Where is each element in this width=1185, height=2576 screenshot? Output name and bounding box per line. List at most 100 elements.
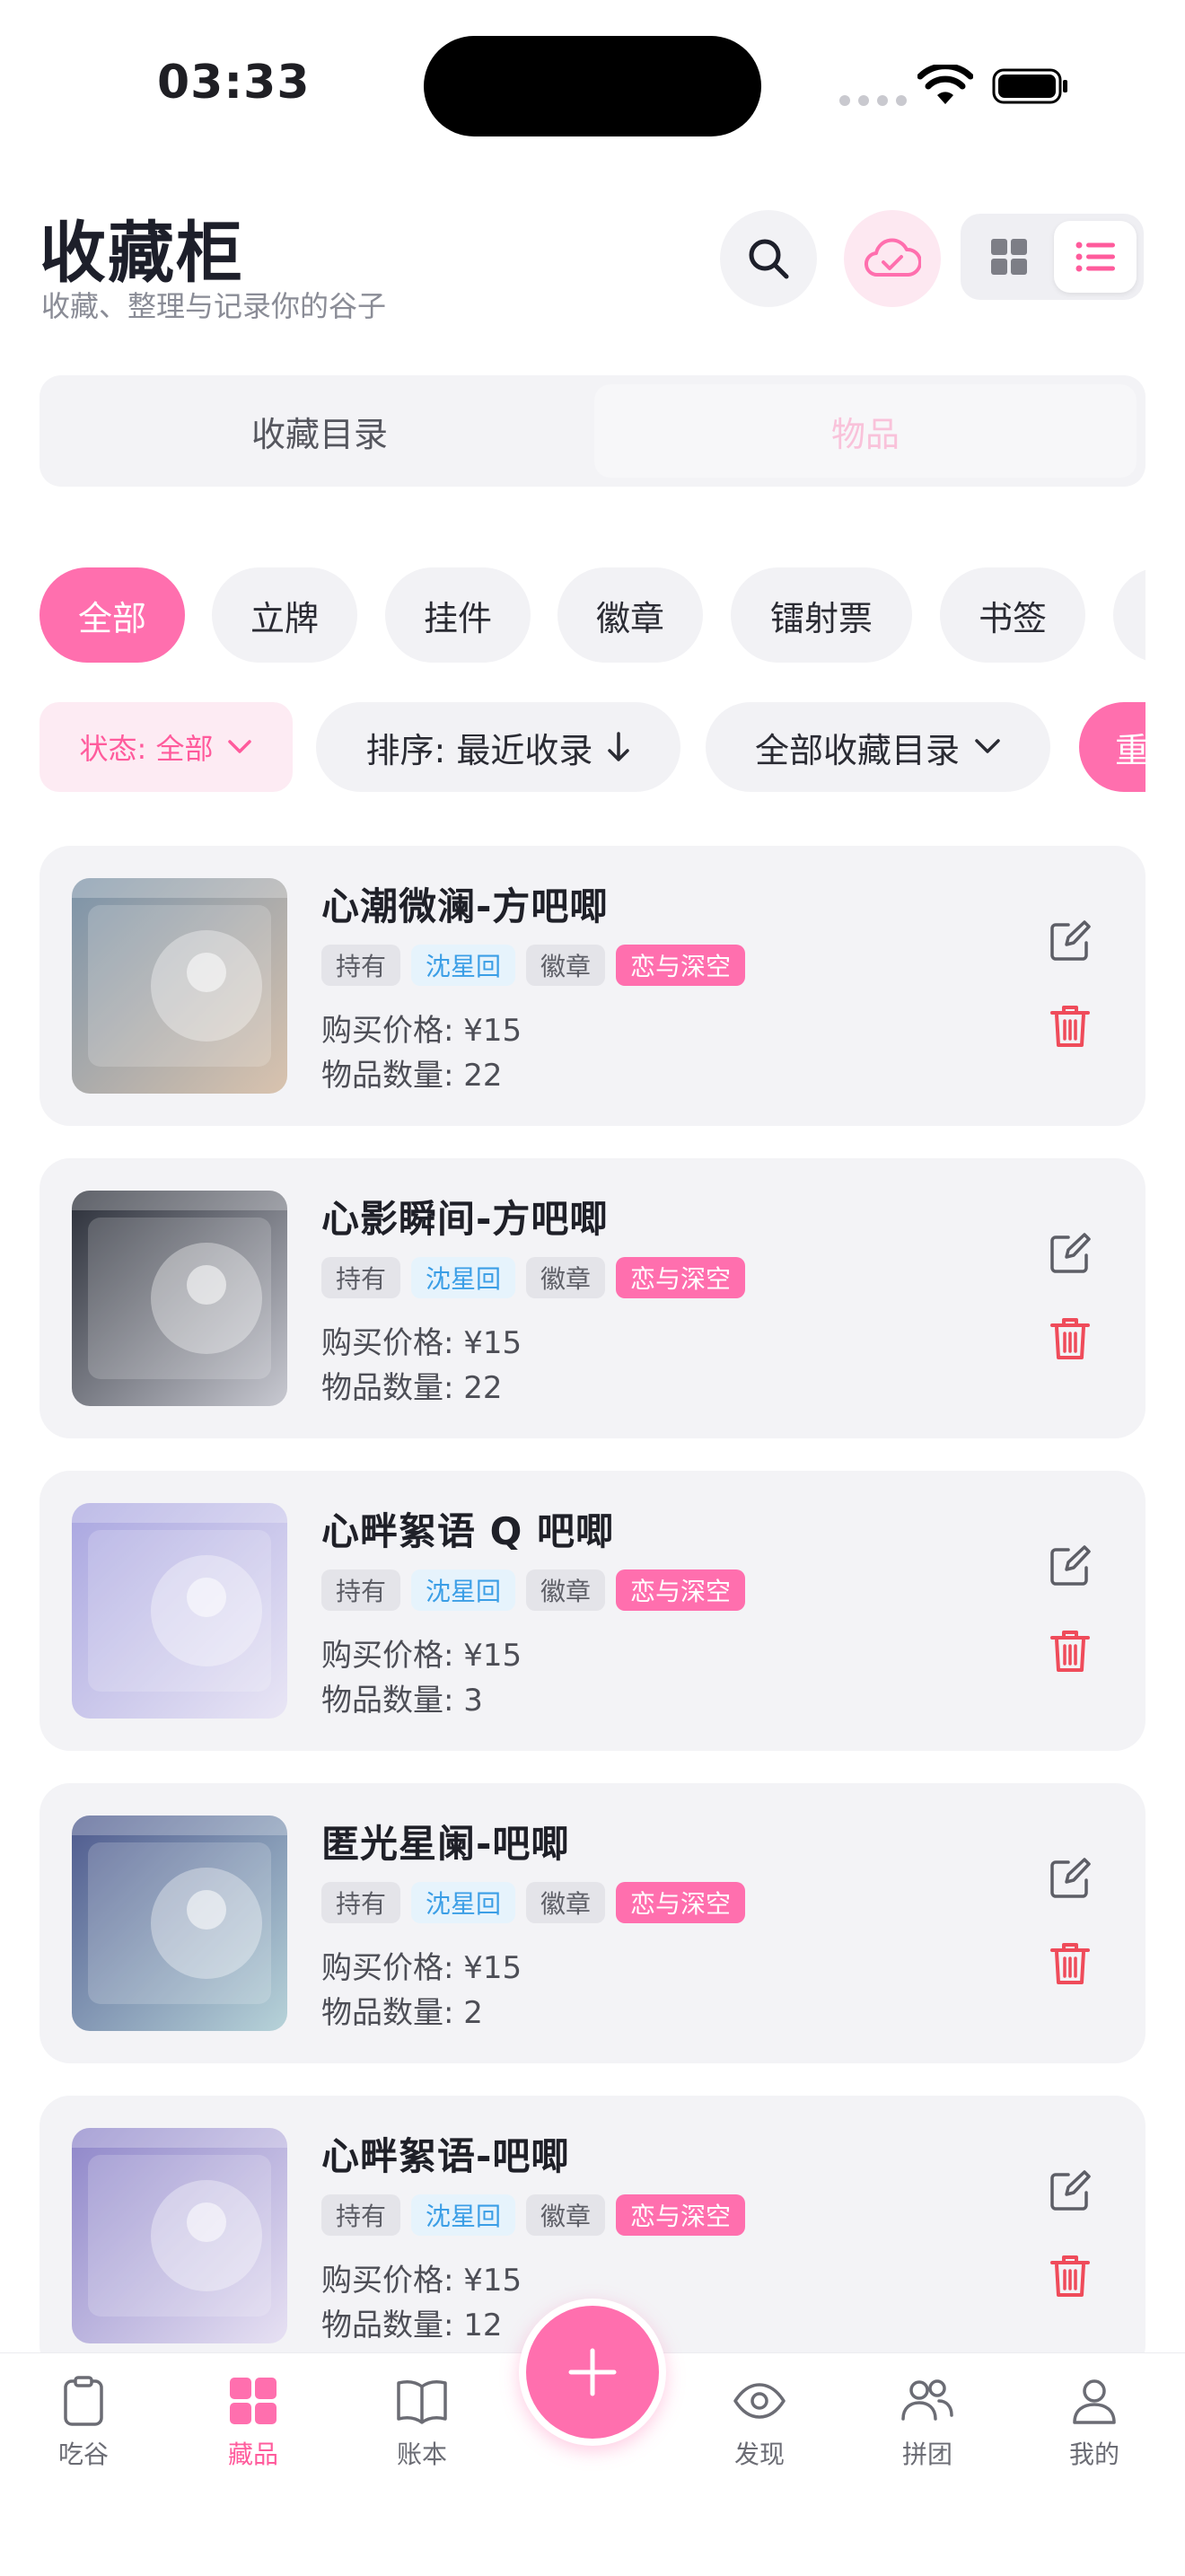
chip-badge[interactable]: 徽章 — [557, 567, 703, 663]
sort-filter-label: 排序: 最近收录 — [365, 730, 593, 770]
tag-ownership: 持有 — [321, 1257, 401, 1298]
edit-icon — [1050, 2170, 1091, 2211]
chip-more[interactable] — [1113, 567, 1146, 663]
edit-icon — [1050, 1858, 1091, 1898]
arrow-down-icon — [608, 732, 630, 761]
trash-icon — [1050, 1943, 1090, 1984]
tab-group-buy[interactable]: 拼团 — [873, 2376, 981, 2471]
item-quantity: 物品数量: 22 — [321, 1058, 503, 1094]
grid-icon — [991, 239, 1027, 275]
list-icon — [1075, 242, 1115, 272]
tab-items[interactable]: 物品 — [594, 384, 1137, 478]
status-filter[interactable]: 状态: 全部 — [40, 702, 293, 792]
add-button-circle — [526, 2306, 659, 2439]
item-title: 心畔絮语 Q 吧唧 — [321, 1509, 614, 1553]
tab-me[interactable]: 我的 — [1040, 2376, 1148, 2471]
sort-filter[interactable]: 排序: 最近收录 — [316, 702, 680, 792]
tag-type: 徽章 — [526, 1257, 606, 1298]
page-subtitle: 收藏、整理与记录你的谷子 — [41, 289, 387, 323]
status-time: 03:33 — [157, 56, 311, 110]
add-item-button[interactable] — [519, 2299, 666, 2446]
tag-character: 沈星回 — [411, 2194, 516, 2236]
chip-pendant[interactable]: 挂件 — [385, 567, 531, 663]
tab-discover[interactable]: 发现 — [706, 2376, 813, 2471]
chevron-down-icon — [228, 740, 252, 753]
tab-collection[interactable]: 藏品 — [199, 2376, 307, 2471]
delete-button[interactable] — [1050, 1316, 1090, 1365]
delete-button[interactable] — [1050, 1941, 1090, 1990]
dynamic-island — [424, 36, 761, 136]
view-mode-toggle — [961, 214, 1144, 300]
tag-series: 恋与深空 — [616, 945, 746, 986]
item-quantity: 物品数量: 3 — [321, 1683, 483, 1719]
search-button[interactable] — [720, 210, 817, 307]
item-photo — [72, 1191, 287, 1379]
delete-button[interactable] — [1050, 1004, 1090, 1052]
item-price: 购买价格: ¥15 — [321, 1950, 522, 1986]
tag-ownership: 持有 — [321, 945, 401, 986]
edit-button[interactable] — [1049, 1232, 1092, 1279]
item-price: 购买价格: ¥15 — [321, 1638, 522, 1674]
item-quantity: 物品数量: 22 — [321, 1370, 503, 1406]
item-card[interactable]: 心畔絮语 Q 吧唧 持有 沈星回 徽章 恋与深空 购买价格: ¥15 物品数量: 3 — [40, 1471, 1146, 1751]
item-title: 心影瞬间-方吧唧 — [321, 1197, 609, 1241]
tab-discover-label: 发现 — [733, 2440, 785, 2469]
item-thumbnail — [72, 1191, 287, 1406]
tag-ownership: 持有 — [321, 1569, 401, 1611]
cloud-sync-button[interactable] — [844, 210, 941, 307]
item-photo — [72, 1816, 287, 2004]
edit-button[interactable] — [1049, 919, 1092, 966]
tag-character: 沈星回 — [411, 945, 516, 986]
item-photo — [72, 878, 287, 1067]
tab-collection-catalog[interactable]: 收藏目录 — [48, 384, 591, 478]
tab-collection-label: 藏品 — [227, 2440, 278, 2469]
book-icon — [397, 2380, 447, 2424]
users-icon — [901, 2379, 953, 2421]
tab-group-buy-label: 拼团 — [901, 2440, 952, 2469]
catalog-filter[interactable]: 全部收藏目录 — [706, 702, 1050, 792]
tab-eat-goods[interactable]: 吃谷 — [30, 2376, 137, 2471]
tag-character: 沈星回 — [411, 1882, 516, 1923]
chip-bookmark[interactable]: 书签 — [940, 567, 1085, 663]
chip-standee[interactable]: 立牌 — [212, 567, 357, 663]
delete-button[interactable] — [1050, 1629, 1090, 1677]
item-tags: 持有 沈星回 徽章 恋与深空 — [321, 1882, 746, 1923]
trash-icon — [1050, 1006, 1090, 1047]
edit-icon — [1050, 920, 1091, 961]
item-card[interactable]: 心潮微澜-方吧唧 持有 沈星回 徽章 恋与深空 购买价格: ¥15 物品数量: 22 — [40, 846, 1146, 1126]
tab-me-label: 我的 — [1068, 2440, 1119, 2469]
item-thumbnail — [72, 878, 287, 1094]
plus-icon — [568, 2348, 617, 2396]
item-title: 心畔絮语-吧唧 — [321, 2134, 570, 2178]
tab-eat-goods-label: 吃谷 — [57, 2440, 109, 2469]
item-title: 心潮微澜-方吧唧 — [321, 884, 609, 928]
item-photo — [72, 2128, 287, 2317]
edit-button[interactable] — [1049, 2169, 1092, 2216]
grid-icon — [230, 2378, 276, 2424]
trash-icon — [1050, 1318, 1090, 1359]
item-thumbnail — [72, 1816, 287, 2031]
edit-button[interactable] — [1049, 1857, 1092, 1903]
item-card[interactable]: 匿光星阑-吧唧 持有 沈星回 徽章 恋与深空 购买价格: ¥15 物品数量: 2 — [40, 1783, 1146, 2063]
reset-filter-button[interactable]: 重 — [1079, 702, 1146, 792]
item-card[interactable]: 心影瞬间-方吧唧 持有 沈星回 徽章 恋与深空 购买价格: ¥15 物品数量: 22 — [40, 1158, 1146, 1438]
delete-button[interactable] — [1050, 2254, 1090, 2302]
list-view-button[interactable] — [1054, 221, 1137, 293]
tag-type: 徽章 — [526, 1569, 606, 1611]
tag-ownership: 持有 — [321, 1882, 401, 1923]
chip-all[interactable]: 全部 — [40, 567, 185, 663]
item-tags: 持有 沈星回 徽章 恋与深空 — [321, 1257, 746, 1298]
item-price: 购买价格: ¥15 — [321, 2263, 522, 2299]
tag-series: 恋与深空 — [616, 1257, 746, 1298]
item-tags: 持有 沈星回 徽章 恋与深空 — [321, 2194, 746, 2236]
grid-view-button[interactable] — [968, 221, 1050, 293]
category-chips: 全部 立牌 挂件 徽章 镭射票 书签 — [40, 567, 1146, 663]
tag-type: 徽章 — [526, 945, 606, 986]
chip-laser-ticket[interactable]: 镭射票 — [731, 567, 912, 663]
tag-character: 沈星回 — [411, 1569, 516, 1611]
search-icon — [749, 239, 789, 279]
edit-button[interactable] — [1049, 1544, 1092, 1591]
battery-icon — [992, 68, 1067, 104]
tab-ledger[interactable]: 账本 — [368, 2376, 476, 2471]
item-quantity: 物品数量: 2 — [321, 1995, 483, 2031]
